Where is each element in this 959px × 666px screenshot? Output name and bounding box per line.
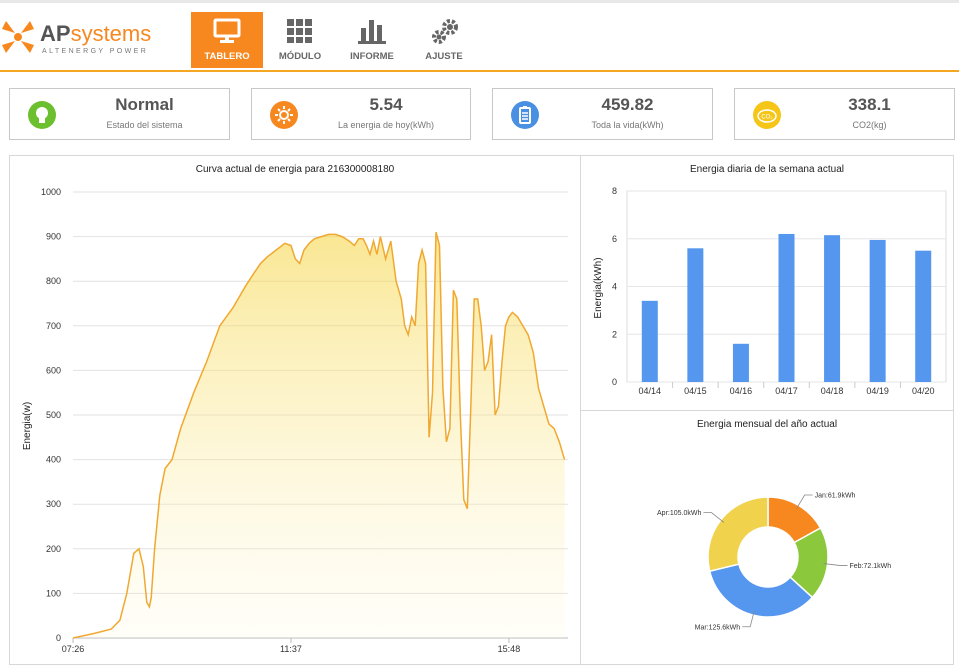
y-tick-label: 8 <box>612 186 617 196</box>
lifetime-energy-value: 459.82 <box>601 95 654 114</box>
tab-ajuste[interactable]: AJUSTE <box>408 12 480 68</box>
y-tick-label: 6 <box>612 234 617 244</box>
tab-tablero[interactable]: TABLERO <box>191 12 263 68</box>
card-lifetime-energy: 459.82 Toda la vida(kWh) <box>492 88 713 140</box>
bar-04-20[interactable] <box>915 250 932 382</box>
tab-modulo-label: MÓDULO <box>278 51 322 62</box>
card-co2: CO₂ 338.1 CO2(kg) <box>734 88 955 140</box>
sun-icon <box>270 101 298 129</box>
power-curve-ylabel: Energia(w) <box>22 402 33 450</box>
y-tick-label: 100 <box>46 588 61 598</box>
co2-value: 338.1 <box>848 95 891 114</box>
monthly-energy-panel: Energia mensual del año actual Jan:61.9k… <box>580 410 954 665</box>
monthly-energy-chart: Jan:61.9kWh Feb:72.1kWh Mar:125.6kWh Apr:10… <box>657 493 892 632</box>
y-tick-label: 300 <box>46 499 61 509</box>
card-today-energy: 5.54 La energia de hoy(kWh) <box>251 88 471 140</box>
slice-label: Apr:105.0kWh <box>657 510 701 517</box>
x-tick-label: 04/19 <box>866 386 889 396</box>
bar-04-17[interactable] <box>778 233 795 382</box>
power-curve-area <box>73 232 565 638</box>
x-tick-label: 04/20 <box>912 386 935 396</box>
battery-icon <box>511 101 539 129</box>
tab-informe[interactable]: INFORME <box>336 12 408 68</box>
x-tick-label: 04/17 <box>775 386 798 396</box>
tab-informe-label: INFORME <box>350 51 394 62</box>
y-tick-label: 4 <box>612 282 617 292</box>
card-system-status: Normal Estado del sistema <box>9 88 230 140</box>
x-tick-label: 15:48 <box>498 644 521 654</box>
today-energy-value: 5.54 <box>369 95 403 114</box>
power-curve-panel: Curva actual de energia para 21630000818… <box>9 155 581 665</box>
system-status-value: Normal <box>115 95 174 114</box>
bar-chart-icon <box>358 20 386 44</box>
y-tick-label: 400 <box>46 455 61 465</box>
brand-name: APsystems <box>40 21 151 46</box>
y-tick-label: 0 <box>56 633 61 643</box>
x-tick-label: 04/14 <box>639 386 662 396</box>
lifetime-energy-label: Toda la vida(kWh) <box>591 120 664 130</box>
x-tick-label: 07:26 <box>62 644 85 654</box>
x-tick-label: 04/18 <box>821 386 844 396</box>
slice-label: Mar:125.6kWh <box>695 624 741 631</box>
weekly-energy-ylabel: Energia(kWh) <box>593 257 604 318</box>
grid-icon <box>287 19 312 43</box>
y-tick-label: 0 <box>612 377 617 387</box>
tab-tablero-label: TABLERO <box>204 51 250 62</box>
bar-04-16[interactable] <box>732 343 749 382</box>
lightbulb-icon <box>28 101 56 129</box>
system-status-label: Estado del sistema <box>106 120 183 130</box>
slice-apr[interactable] <box>707 496 769 573</box>
tab-modulo[interactable]: MÓDULO <box>264 12 336 68</box>
tab-ajuste-label: AJUSTE <box>425 51 463 62</box>
x-tick-label: 04/15 <box>684 386 707 396</box>
x-tick-label: 11:37 <box>280 644 302 654</box>
slice-label: Feb:72.1kWh <box>850 563 892 570</box>
y-tick-label: 2 <box>612 329 617 339</box>
bar-04-15[interactable] <box>687 248 704 382</box>
x-tick-label: 04/16 <box>730 386 753 396</box>
y-tick-label: 1000 <box>41 187 61 197</box>
top-navigation-bar: APsystems ALTENERGY POWER TABLERO MÓDULO… <box>0 0 959 72</box>
y-tick-label: 200 <box>46 544 61 554</box>
y-tick-label: 600 <box>46 365 61 375</box>
today-energy-label: La energia de hoy(kWh) <box>337 120 435 130</box>
y-tick-label: 700 <box>46 321 61 331</box>
bar-04-14[interactable] <box>641 300 658 382</box>
apsystems-logo[interactable]: APsystems ALTENERGY POWER <box>0 15 170 59</box>
power-curve-chart: 0 100 200 300 400 500 600 700 800 900 1000 07:26 11:… <box>22 187 568 654</box>
bar-04-19[interactable] <box>869 239 886 382</box>
co2-label: CO2(kg) <box>852 120 887 130</box>
weekly-energy-panel: Energia diaria de la semana actual 02468… <box>580 155 954 411</box>
gears-icon <box>432 19 458 44</box>
slice-label: Jan:61.9kWh <box>815 493 856 500</box>
co2-icon: CO₂ <box>753 101 781 129</box>
bar-04-18[interactable] <box>824 235 841 382</box>
apsystems-logo-graphic: APsystems ALTENERGY POWER <box>2 21 151 55</box>
svg-text:CO₂: CO₂ <box>761 115 773 121</box>
y-tick-label: 500 <box>46 410 61 420</box>
y-tick-label: 900 <box>46 232 61 242</box>
y-tick-label: 800 <box>46 276 61 286</box>
monitor-icon <box>213 18 241 43</box>
weekly-energy-chart: 0 2 4 6 8 04/14 04/15 04/16 04/17 04/18 04/19 04/20… <box>593 186 947 396</box>
brand-tagline: ALTENERGY POWER <box>42 48 148 55</box>
